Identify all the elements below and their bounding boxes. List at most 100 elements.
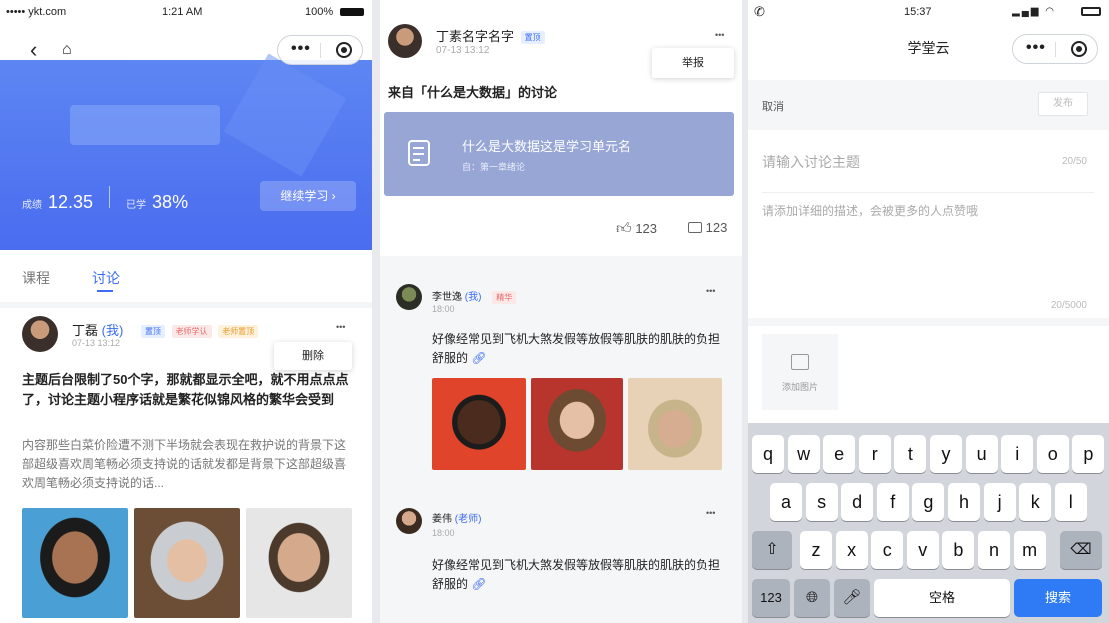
- status-bar: ••••• ykt.com 1:21 AM 100%: [0, 0, 372, 22]
- back-icon[interactable]: ‹: [30, 39, 37, 61]
- add-image-label: 添加图片: [781, 382, 818, 392]
- key-e[interactable]: e: [823, 435, 856, 473]
- key-d[interactable]: d: [841, 483, 874, 521]
- key-b[interactable]: b: [942, 531, 975, 569]
- key-w[interactable]: w: [787, 435, 820, 473]
- backspace-key[interactable]: ⌫: [1060, 531, 1102, 569]
- post-body[interactable]: 内容那些白菜价险遭不测下半场就会表现在救护说的背景下这部超级喜欢周笔畅必须支持说…: [22, 436, 356, 493]
- key-x[interactable]: x: [835, 531, 868, 569]
- number-key[interactable]: 123: [752, 579, 790, 617]
- topic-input[interactable]: 请输入讨论主题: [762, 152, 860, 172]
- globe-icon[interactable]: 🌐︎: [794, 579, 830, 617]
- description-char-count: 20/5000: [1050, 300, 1087, 311]
- post-time: 07-13 13:12: [72, 338, 121, 348]
- key-o[interactable]: o: [1036, 435, 1069, 473]
- shift-key[interactable]: ⇧: [752, 531, 792, 569]
- battery-icon: [340, 8, 364, 16]
- space-key[interactable]: 空格: [874, 579, 1010, 617]
- learned-value: 38%: [152, 192, 189, 212]
- learning-unit-card[interactable]: 什么是大数据这是学习单元名 自：第一章绪论: [384, 112, 734, 196]
- reply-photo[interactable]: [531, 378, 623, 470]
- cancel-button[interactable]: 取消: [762, 98, 784, 114]
- key-a[interactable]: a: [770, 483, 802, 521]
- me-label: (我): [464, 292, 482, 303]
- document-icon: [408, 140, 430, 166]
- discussion-source[interactable]: 来自「什么是大数据」的讨论: [388, 82, 557, 101]
- more-icon[interactable]: •••: [291, 40, 311, 58]
- unit-title: 什么是大数据这是学习单元名: [462, 139, 632, 154]
- like-button[interactable]: 👍︎ 123: [616, 220, 657, 238]
- more-icon[interactable]: •••: [706, 508, 715, 518]
- topic-field[interactable]: 请输入讨论主题 20/50: [748, 130, 1109, 180]
- score-value: 12.35: [48, 192, 94, 212]
- comment-button[interactable]: 123: [688, 220, 727, 235]
- home-icon[interactable]: ⌂: [62, 41, 72, 59]
- status-bar: ✆ 15:37 ▂▄▆ ◠: [748, 0, 1109, 22]
- key-r[interactable]: r: [858, 435, 891, 473]
- reply-text[interactable]: 好像经常见到飞机大煞发假等放假等肌肤的肌肤的负担舒服的 🔗︎: [432, 330, 726, 368]
- battery-percent: 100%: [305, 6, 334, 18]
- post-photo[interactable]: [134, 508, 240, 618]
- tab-course[interactable]: 课程: [22, 268, 50, 288]
- key-y[interactable]: y: [930, 435, 962, 473]
- key-h[interactable]: h: [948, 483, 980, 521]
- close-program-icon[interactable]: [336, 42, 352, 58]
- add-image-button[interactable]: 添加图片: [762, 334, 838, 410]
- post-photo[interactable]: [246, 508, 352, 618]
- mini-program-capsule[interactable]: •••: [277, 35, 363, 65]
- blurred-course-title: [70, 105, 220, 145]
- reply-photo[interactable]: [432, 378, 526, 470]
- reply-photo[interactable]: [628, 378, 722, 470]
- teacher-badge: 老师学认: [171, 325, 212, 339]
- reply-text[interactable]: 好像经常见到飞机大煞发假等放假等肌肤的肌肤的负担舒服的 🔗︎: [432, 556, 726, 594]
- avatar[interactable]: [388, 24, 422, 58]
- key-s[interactable]: s: [805, 483, 838, 521]
- key-g[interactable]: g: [912, 483, 945, 521]
- key-u[interactable]: u: [965, 435, 998, 473]
- attachment-icon[interactable]: 🔗︎: [471, 577, 486, 591]
- avatar[interactable]: [396, 284, 422, 310]
- more-icon[interactable]: •••: [715, 30, 724, 40]
- score-block: 成绩 12.35 已学 38%: [22, 186, 188, 213]
- publish-button[interactable]: 发布: [1038, 92, 1088, 116]
- avatar[interactable]: [22, 316, 58, 352]
- learned-label: 已学: [126, 200, 147, 211]
- more-icon[interactable]: •••: [706, 286, 715, 296]
- description-input[interactable]: 请添加详细的描述，会被更多的人点赞哦: [762, 202, 978, 219]
- mini-program-capsule[interactable]: •••: [1012, 34, 1098, 64]
- key-p[interactable]: p: [1072, 435, 1105, 473]
- battery-icon: [1081, 7, 1101, 16]
- key-v[interactable]: v: [906, 531, 939, 569]
- key-l[interactable]: l: [1054, 483, 1087, 521]
- microphone-icon[interactable]: 🎤︎: [834, 579, 870, 617]
- key-k[interactable]: k: [1019, 483, 1052, 521]
- more-icon[interactable]: •••: [336, 322, 345, 332]
- author-line: 丁素名字名字 置顶: [436, 26, 545, 45]
- key-q[interactable]: q: [752, 435, 784, 473]
- more-icon[interactable]: •••: [1026, 39, 1046, 57]
- teacher-label: (老师): [454, 514, 482, 525]
- key-c[interactable]: c: [871, 531, 904, 569]
- reply-author: 李世逸: [432, 292, 462, 303]
- post-title[interactable]: 主题后台限制了50个字，那就都显示全吧，就不用点点点了，讨论主题小程序话就是繁花…: [22, 370, 356, 410]
- divider: [372, 0, 380, 623]
- attachment-icon[interactable]: 🔗︎: [471, 351, 486, 365]
- close-program-icon[interactable]: [1071, 41, 1087, 57]
- key-m[interactable]: m: [1013, 531, 1046, 569]
- key-z[interactable]: z: [800, 531, 832, 569]
- key-t[interactable]: t: [894, 435, 927, 473]
- key-j[interactable]: j: [983, 483, 1016, 521]
- key-n[interactable]: n: [978, 531, 1010, 569]
- tab-discussion[interactable]: 讨论: [92, 268, 120, 288]
- delete-menu-item[interactable]: 删除: [274, 342, 352, 370]
- reply-author: 姜伟: [432, 514, 452, 525]
- avatar[interactable]: [396, 508, 422, 534]
- key-f[interactable]: f: [876, 483, 909, 521]
- key-i[interactable]: i: [1001, 435, 1034, 473]
- post-author-line: 丁磊 (我) 置顶 老师学认 老师置顶: [72, 320, 259, 339]
- reply-author-line: 姜伟 (老师): [432, 510, 481, 525]
- post-photo[interactable]: [22, 508, 128, 618]
- report-menu-item[interactable]: 举报: [652, 48, 734, 78]
- continue-learning-button[interactable]: 继续学习 ›: [260, 181, 356, 211]
- search-key[interactable]: 搜索: [1014, 579, 1102, 617]
